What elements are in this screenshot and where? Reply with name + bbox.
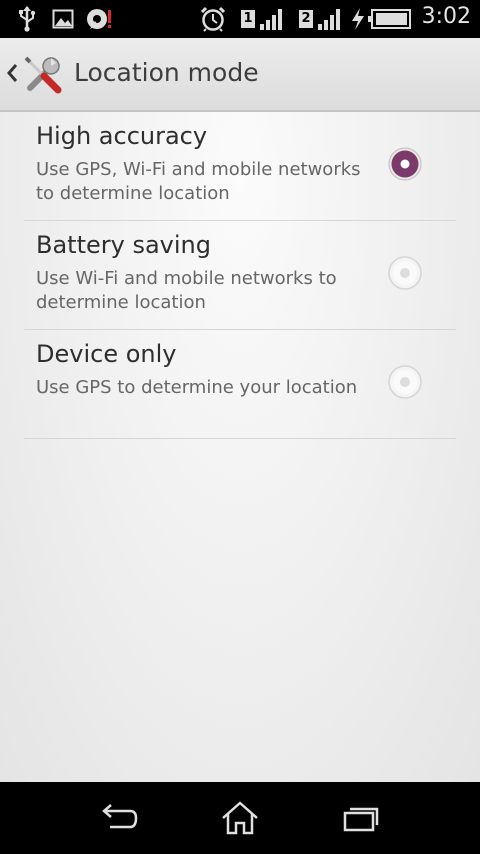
radio-unselected-icon[interactable] — [388, 256, 422, 290]
sim2-badge: 2 — [299, 10, 313, 28]
option-battery-saving[interactable]: Battery saving Use Wi-Fi and mobile netw… — [24, 221, 456, 330]
signal-icon — [260, 9, 282, 30]
up-navigation-caret-icon[interactable] — [4, 60, 20, 86]
status-bar: 1 2 3:02 — [0, 0, 480, 38]
option-device-only[interactable]: Device only Use GPS to determine your lo… — [24, 330, 456, 439]
radio-unselected-icon[interactable] — [388, 365, 422, 399]
page-title: Location mode — [74, 58, 259, 87]
home-icon[interactable] — [218, 798, 262, 838]
action-bar: Location mode — [0, 38, 480, 112]
option-description: Use GPS to determine your location — [36, 377, 358, 398]
sim1-badge: 1 — [241, 10, 255, 28]
option-title: High accuracy — [36, 122, 208, 150]
location-mode-list: High accuracy Use GPS, Wi-Fi and mobile … — [0, 112, 480, 782]
option-description: Use GPS, Wi-Fi and mobile networks to de… — [36, 159, 361, 204]
status-time: 3:02 — [421, 4, 471, 29]
usb-icon — [16, 6, 38, 32]
notification-icon — [86, 6, 114, 32]
settings-tools-icon[interactable] — [22, 54, 64, 96]
option-description: Use Wi-Fi and mobile networks to determi… — [36, 268, 337, 313]
image-icon — [52, 6, 74, 32]
charging-icon — [350, 6, 366, 32]
battery-icon — [368, 6, 412, 32]
sim2-signal-icon: 2 — [296, 6, 346, 32]
signal-icon — [318, 9, 340, 30]
sim1-signal-icon: 1 — [238, 6, 288, 32]
back-icon[interactable] — [98, 798, 142, 838]
option-high-accuracy[interactable]: High accuracy Use GPS, Wi-Fi and mobile … — [24, 112, 456, 221]
navigation-bar — [0, 782, 480, 854]
radio-selected-icon[interactable] — [388, 147, 422, 181]
option-title: Battery saving — [36, 231, 211, 259]
recent-apps-icon[interactable] — [338, 798, 382, 838]
alarm-icon — [200, 6, 226, 32]
option-title: Device only — [36, 340, 177, 368]
